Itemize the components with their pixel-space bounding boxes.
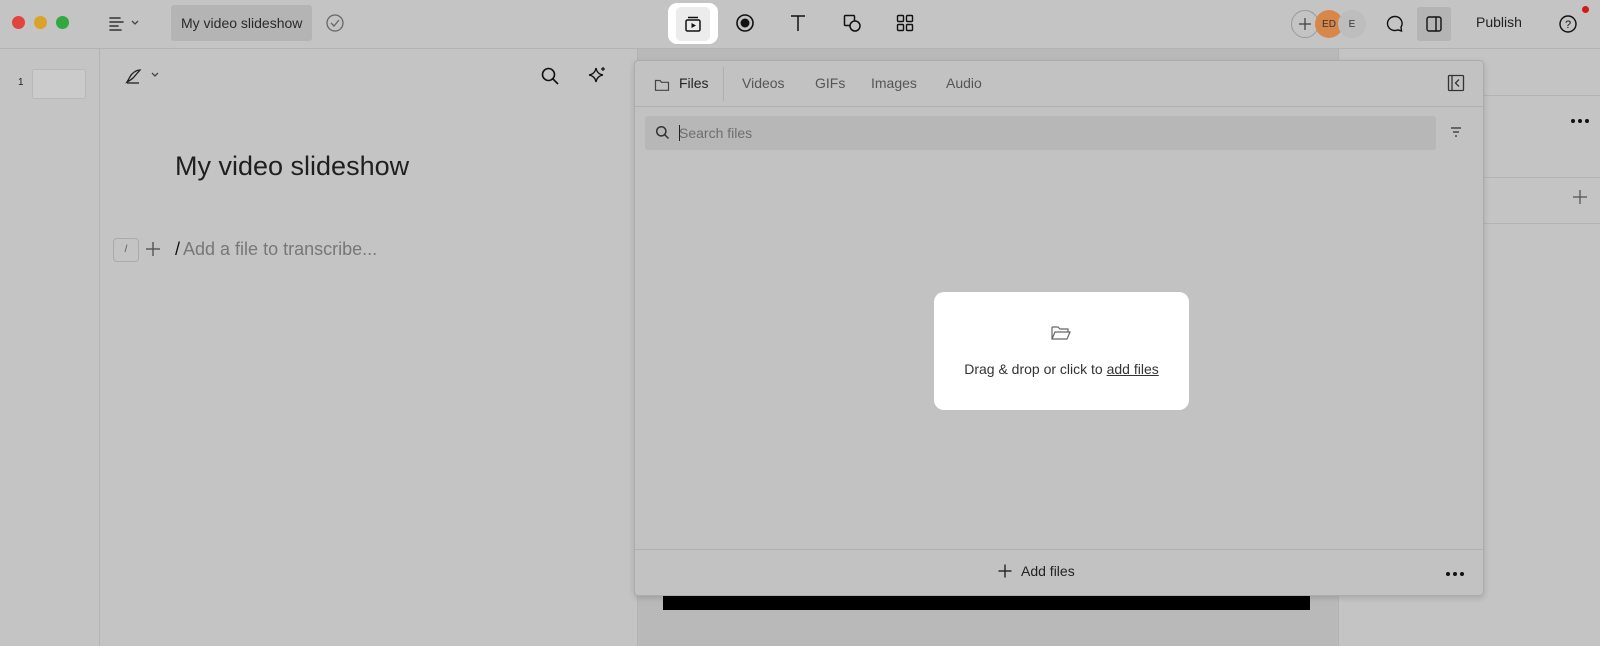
slide-number: 1 [18,77,24,88]
filter-icon [1451,127,1461,137]
search-script-button[interactable] [540,66,560,91]
menu-icon [109,17,124,31]
publish-button[interactable]: Publish [1476,14,1522,30]
sidebar-icon [1426,16,1442,32]
media-panel: Files Videos GIFs Images Audio Drag & dr… [634,60,1484,596]
avatar[interactable]: E [1338,10,1366,38]
plus-icon [1573,190,1587,204]
folder-icon [654,79,670,91]
saved-check-icon [326,14,344,32]
document-menu-button[interactable] [108,11,148,35]
more-icon [1571,119,1589,123]
filter-button[interactable] [1449,125,1463,143]
record-tool-button[interactable] [725,5,765,41]
more-options-button[interactable] [1445,564,1465,582]
layouts-tool-button[interactable] [885,5,925,41]
minimize-window-button[interactable] [34,16,47,29]
media-tabs: Files Videos GIFs Images Audio [635,61,1483,107]
plus-icon [998,564,1012,578]
transcribe-prompt[interactable]: / Add a file to transcribe... [175,239,377,260]
sparkle-icon [588,67,605,83]
chevron-down-icon [131,20,139,25]
text-tool-button[interactable] [778,5,818,41]
add-files-button[interactable]: Add files [997,563,1075,579]
add-layer-button[interactable] [1572,189,1588,210]
tab-gifs[interactable]: GIFs [815,75,845,91]
grid-icon [896,14,914,32]
shapes-icon [843,14,861,32]
shapes-tool-button[interactable] [832,5,872,41]
search-bar [645,116,1436,150]
tab-images[interactable]: Images [871,75,917,91]
record-icon [736,14,754,32]
slash-char: / [175,239,181,259]
chevron-down-icon [151,72,159,77]
maximize-window-button[interactable] [56,16,69,29]
tab-audio[interactable]: Audio [946,75,982,91]
close-window-button[interactable] [12,16,25,29]
add-files-link[interactable]: add files [1107,361,1159,377]
document-title[interactable]: My video slideshow [171,5,313,41]
collapse-panel-button[interactable] [1447,74,1465,97]
add-files-label: Add files [1021,563,1075,579]
help-label: ? [1565,19,1571,31]
help-icon: ? [1559,15,1577,33]
slide-rail: 1 [0,49,100,646]
tab-videos[interactable]: Videos [742,75,785,91]
video-frame-preview [663,596,1310,610]
notification-dot [1582,6,1589,13]
script-title[interactable]: My video slideshow [175,151,409,182]
tab-files[interactable]: Files [679,75,709,91]
layer-more-button[interactable] [1570,111,1590,129]
collapse-icon [1447,74,1465,92]
tab-divider [723,67,724,101]
toggle-sidebar-button[interactable] [1417,7,1451,41]
file-dropzone[interactable]: Drag & drop or click to add files [934,292,1189,410]
comments-button[interactable] [1380,9,1410,39]
top-toolbar: My video slideshow ED E Publish ? [0,0,1600,49]
help-button[interactable]: ? [1553,9,1583,39]
add-line-button[interactable] [142,238,164,265]
prompt-text: Add a file to transcribe... [183,239,378,259]
more-icon [1446,572,1464,576]
text-cursor [679,125,680,141]
open-folder-icon [1051,326,1071,340]
text-icon [791,15,805,31]
writing-mode-button[interactable] [124,65,160,85]
dropzone-instructions: Drag & drop or click to [964,361,1107,377]
media-tool-button[interactable] [668,3,718,44]
media-icon [685,16,701,32]
dropzone-text: Drag & drop or click to add files [934,361,1189,377]
slide-thumbnail[interactable] [32,69,86,99]
search-icon [541,67,559,85]
plus-icon [146,242,160,256]
slash-command-hint[interactable]: / [113,238,139,262]
search-icon [655,125,670,140]
plus-icon [1299,18,1311,30]
quill-icon [125,69,142,84]
comment-icon [1386,15,1403,32]
ai-actions-button[interactable] [586,65,608,92]
search-files-input[interactable] [679,116,1419,150]
panel-footer: Add files [635,549,1483,595]
script-editor: My video slideshow / / Add a file to tran… [100,49,638,646]
